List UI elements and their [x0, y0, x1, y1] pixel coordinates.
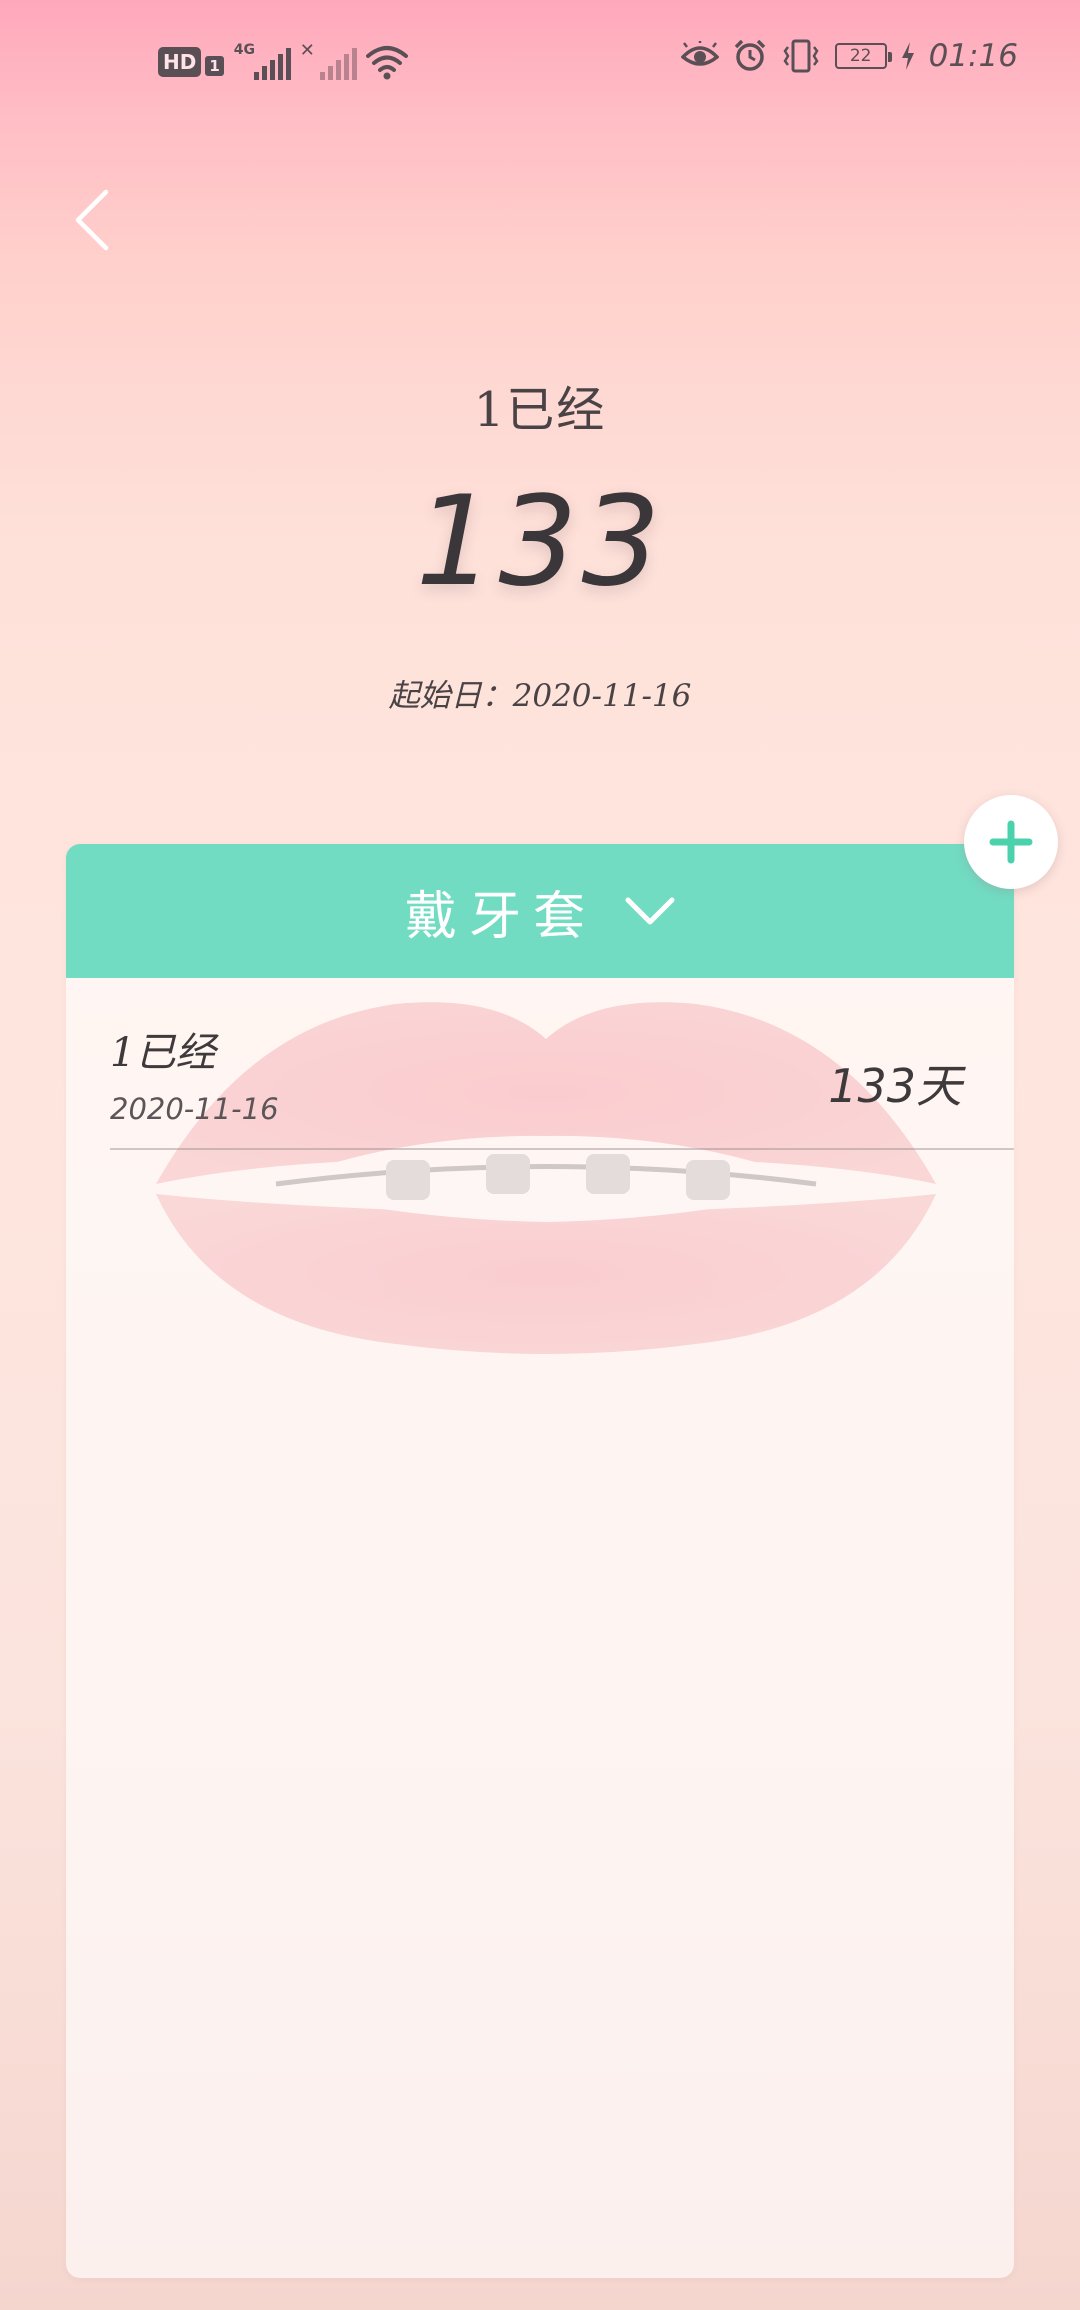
- back-button[interactable]: [62, 182, 122, 258]
- add-button[interactable]: [964, 795, 1058, 889]
- battery-icon: 22: [834, 43, 892, 69]
- records-card: 戴牙套 1已经 2020-11-16 133天: [66, 844, 1014, 2278]
- plus-icon: [989, 820, 1033, 864]
- wifi-icon: [365, 46, 408, 80]
- hd-icon: HD 1: [158, 47, 224, 77]
- network-label: 4G: [233, 42, 256, 58]
- status-right-group: 22 01:16: [680, 38, 1018, 74]
- category-selector[interactable]: 戴牙套: [66, 844, 1014, 978]
- start-date: 起始日：2020-11-16: [388, 678, 692, 714]
- record-title: 1已经: [110, 1030, 216, 1076]
- battery-level: 22: [849, 46, 872, 66]
- record-days: 133天: [828, 1059, 962, 1113]
- signal-4g-icon: 4G: [233, 42, 291, 82]
- chevron-down-icon: [625, 897, 675, 925]
- vibrate-icon: [783, 39, 819, 73]
- eye-comfort-icon: [680, 41, 719, 66]
- list-item[interactable]: 1已经 2020-11-16 133天: [110, 998, 1014, 1150]
- clock: 01:16: [928, 38, 1018, 74]
- hero-label: 1已经: [473, 382, 607, 438]
- status-left-group: HD 1 4G ✕: [158, 40, 408, 82]
- status-bar: HD 1 4G ✕ 22 01:16: [0, 0, 1080, 120]
- signal-no-service-icon: ✕: [300, 40, 357, 82]
- hd-label: HD: [158, 47, 202, 77]
- charging-icon: [901, 42, 914, 70]
- record-date: 2020-11-16: [110, 1092, 279, 1126]
- alarm-icon: [734, 39, 765, 71]
- hd-sub-label: 1: [205, 56, 224, 76]
- chevron-left-icon: [75, 189, 109, 251]
- category-title: 戴牙套: [404, 886, 597, 947]
- day-count: 133: [415, 470, 665, 614]
